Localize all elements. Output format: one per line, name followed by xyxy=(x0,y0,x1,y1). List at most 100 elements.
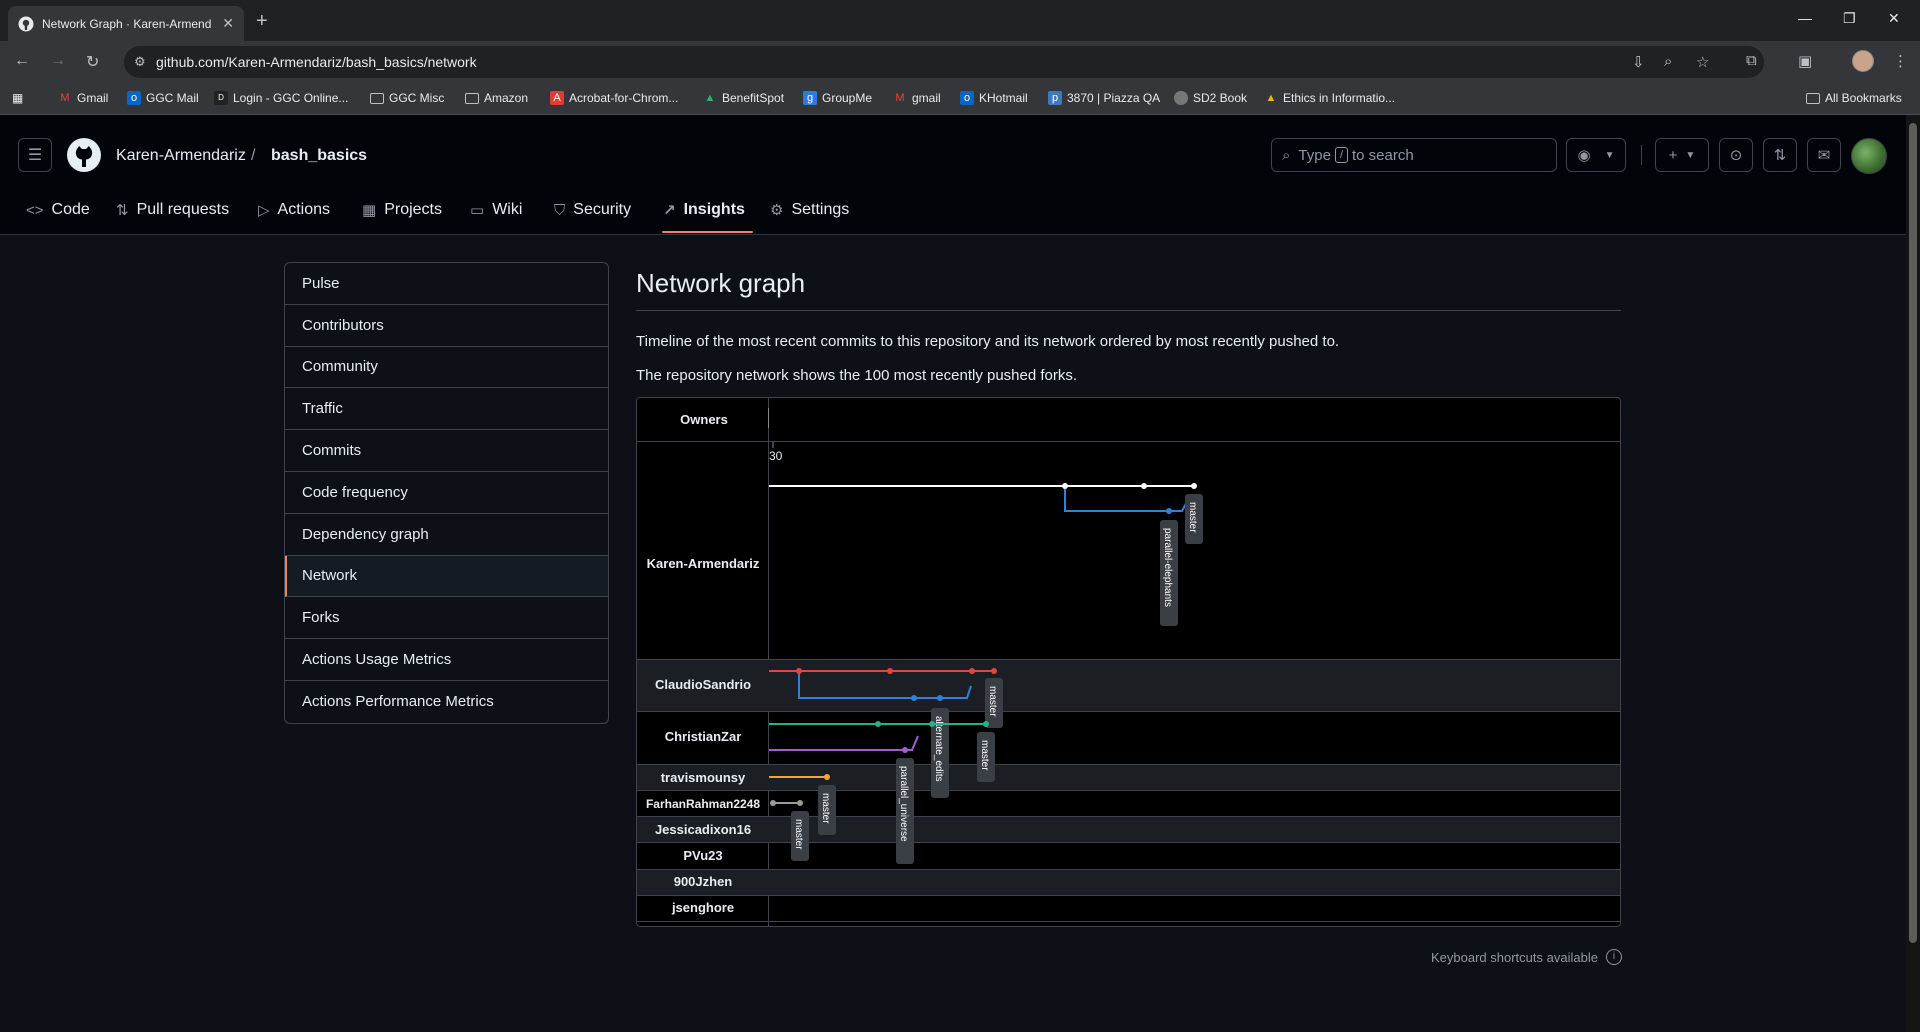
bookmark-ggc-login[interactable]: D Login - GGC Online... xyxy=(214,91,348,105)
back-icon[interactable]: ← xyxy=(14,52,30,70)
forward-icon[interactable]: → xyxy=(50,52,66,70)
owner-900jzhen[interactable]: 900Jzhen xyxy=(674,874,733,889)
commit-dot[interactable] xyxy=(1062,483,1068,489)
breadcrumb-owner[interactable]: Karen-Armendariz xyxy=(116,147,246,165)
apps-grid-icon[interactable]: ▦ xyxy=(12,91,23,105)
inbox-button[interactable]: ✉ xyxy=(1807,138,1841,172)
owner-jsenghore[interactable]: jsenghore xyxy=(671,900,734,915)
bookmark-amazon[interactable]: Amazon xyxy=(465,91,528,105)
commit-dot[interactable] xyxy=(969,668,975,674)
bookmark-ggc-misc[interactable]: GGC Misc xyxy=(370,91,444,105)
commit-dot[interactable] xyxy=(824,774,830,780)
commit-dot[interactable] xyxy=(875,721,881,727)
acrobat-icon: A xyxy=(550,91,564,105)
repo-nav: <> Code ⇅ Pull requests ▷ Actions ▦ Projects… xyxy=(0,193,1906,235)
commit-dot[interactable] xyxy=(991,668,997,674)
owner-christianzar[interactable]: ChristianZar xyxy=(665,729,742,744)
extensions-icon[interactable]: ⧉ xyxy=(1746,52,1757,69)
minimize-icon[interactable]: — xyxy=(1798,10,1812,26)
sidebar-item-pulse[interactable]: Pulse xyxy=(285,263,608,305)
sidebar-item-actions-usage-metrics[interactable]: Actions Usage Metrics xyxy=(285,639,608,681)
bookmark-khotmail[interactable]: o KHotmail xyxy=(960,91,1028,105)
tab-close-icon[interactable]: ✕ xyxy=(222,15,234,32)
keyboard-shortcuts-note[interactable]: Keyboard shortcuts available i xyxy=(1431,949,1622,965)
scrollbar-thumb[interactable] xyxy=(1909,123,1917,943)
restore-icon[interactable]: ❐ xyxy=(1843,10,1856,27)
create-new-button[interactable]: + ▼ xyxy=(1655,138,1709,172)
reload-icon[interactable]: ↻ xyxy=(86,52,99,72)
tab-settings[interactable]: ⚙ Settings xyxy=(770,201,849,219)
commit-dot[interactable] xyxy=(902,747,908,753)
branch-label-alternate-edits-text: alternate_edits xyxy=(933,716,944,782)
close-window-icon[interactable]: ✕ xyxy=(1888,10,1900,27)
bookmark-groupme[interactable]: g GroupMe xyxy=(803,91,872,105)
search-input[interactable]: ⌕ Type / to search xyxy=(1271,138,1557,172)
bookmark-piazza[interactable]: p 3870 | Piazza QA xyxy=(1048,91,1160,105)
breadcrumb-repo[interactable]: bash_basics xyxy=(271,147,367,165)
commit-dot[interactable] xyxy=(911,695,917,701)
menu-kebab-icon[interactable]: ⋮ xyxy=(1893,52,1908,70)
owner-pvu23[interactable]: PVu23 xyxy=(683,848,722,863)
piazza-icon: p xyxy=(1048,91,1062,105)
hamburger-menu-button[interactable]: ☰ xyxy=(18,138,52,172)
copilot-button[interactable]: ◉ ▼ xyxy=(1566,138,1626,172)
zoom-icon[interactable]: ⌕ xyxy=(1664,53,1672,70)
profile-avatar[interactable] xyxy=(1852,50,1874,72)
owner-karen-armendariz[interactable]: Karen-Armendariz xyxy=(647,556,760,571)
new-tab-icon[interactable]: + xyxy=(256,10,268,33)
commit-dot[interactable] xyxy=(887,668,893,674)
bookmark-ethics[interactable]: ▲ Ethics in Informatio... xyxy=(1264,91,1396,105)
bookmark-gmail[interactable]: M Gmail xyxy=(58,91,108,105)
network-graph[interactable]: Owners 30 Karen-Armendariz ClaudioSandri… xyxy=(636,397,1621,927)
bookmark-acrobat[interactable]: A Acrobat-for-Chrom... xyxy=(550,91,678,105)
sidebar-item-actions-performance-metrics[interactable]: Actions Performance Metrics xyxy=(285,681,608,723)
sidebar-item-traffic[interactable]: Traffic xyxy=(285,388,608,431)
owner-farhanrahman2248[interactable]: FarhanRahman2248 xyxy=(646,797,760,811)
sidebar-item-forks[interactable]: Forks xyxy=(285,597,608,640)
commit-dot[interactable] xyxy=(770,800,776,806)
commit-dot[interactable] xyxy=(929,721,935,727)
network-graph-canvas[interactable]: Owners 30 Karen-Armendariz ClaudioSandri… xyxy=(637,398,1621,927)
owner-travismounsy[interactable]: travismounsy xyxy=(661,770,746,785)
commit-dot[interactable] xyxy=(1141,483,1147,489)
bookmark-gmail-2[interactable]: Mgmail xyxy=(893,91,940,105)
commit-dot[interactable] xyxy=(796,668,802,674)
user-avatar[interactable] xyxy=(1851,138,1887,174)
issues-button[interactable]: ⊙ xyxy=(1719,138,1753,172)
bookmark-star-icon[interactable]: ☆ xyxy=(1696,53,1709,71)
owner-jessicadixon16[interactable]: Jessicadixon16 xyxy=(655,822,751,837)
browser-tab[interactable]: Network Graph · Karen-Armend ✕ xyxy=(8,6,244,41)
commit-dot[interactable] xyxy=(983,721,989,727)
github-logo-icon[interactable] xyxy=(66,137,102,173)
bookmark-sd2-book[interactable]: SD2 Book xyxy=(1174,91,1247,105)
commit-dot[interactable] xyxy=(797,800,803,806)
owner-claudiosandrio[interactable]: ClaudioSandrio xyxy=(655,677,751,692)
commit-dot[interactable] xyxy=(1166,508,1172,514)
sidebar-item-commits[interactable]: Commits xyxy=(285,430,608,472)
sidebar-item-code-frequency[interactable]: Code frequency xyxy=(285,472,608,514)
install-app-icon[interactable]: ⇩ xyxy=(1632,53,1645,71)
pull-requests-button[interactable]: ⇅ xyxy=(1763,138,1797,172)
sidebar-item-dependency-graph[interactable]: Dependency graph xyxy=(285,514,608,556)
bookmark-benefitspot[interactable]: ▲ BenefitSpot xyxy=(703,91,785,105)
all-bookmarks[interactable]: All Bookmarks xyxy=(1806,91,1902,105)
tab-security[interactable]: ⛉ Security xyxy=(554,201,631,219)
commit-dot[interactable] xyxy=(937,695,943,701)
side-panel-icon[interactable]: ▣ xyxy=(1798,52,1812,70)
page-scrollbar[interactable] xyxy=(1906,115,1920,1032)
sidebar-item-contributors[interactable]: Contributors xyxy=(285,305,608,347)
browser-tab-bar: Network Graph · Karen-Armend ✕ + — ❐ ✕ xyxy=(0,0,1920,41)
tab-wiki[interactable]: ▭ Wiki xyxy=(470,201,522,219)
active-tab-indicator xyxy=(662,231,753,233)
sidebar-item-community[interactable]: Community xyxy=(285,347,608,389)
tab-actions[interactable]: ▷ Actions xyxy=(258,201,330,219)
sidebar-item-network[interactable]: Network xyxy=(285,555,608,598)
commit-dot[interactable] xyxy=(1191,483,1197,489)
tab-code[interactable]: <> Code xyxy=(26,201,90,219)
tab-pull-requests[interactable]: ⇅ Pull requests xyxy=(116,201,229,219)
bookmark-ggc-mail[interactable]: o GGC Mail xyxy=(127,91,199,105)
tab-projects[interactable]: ▦ Projects xyxy=(362,201,442,219)
tab-insights[interactable]: ↗ Insights xyxy=(663,201,745,219)
site-info-icon[interactable]: ⚙ xyxy=(134,54,146,70)
url-field[interactable]: ⚙ github.com/Karen-Armendariz/bash_basic… xyxy=(124,46,1764,78)
